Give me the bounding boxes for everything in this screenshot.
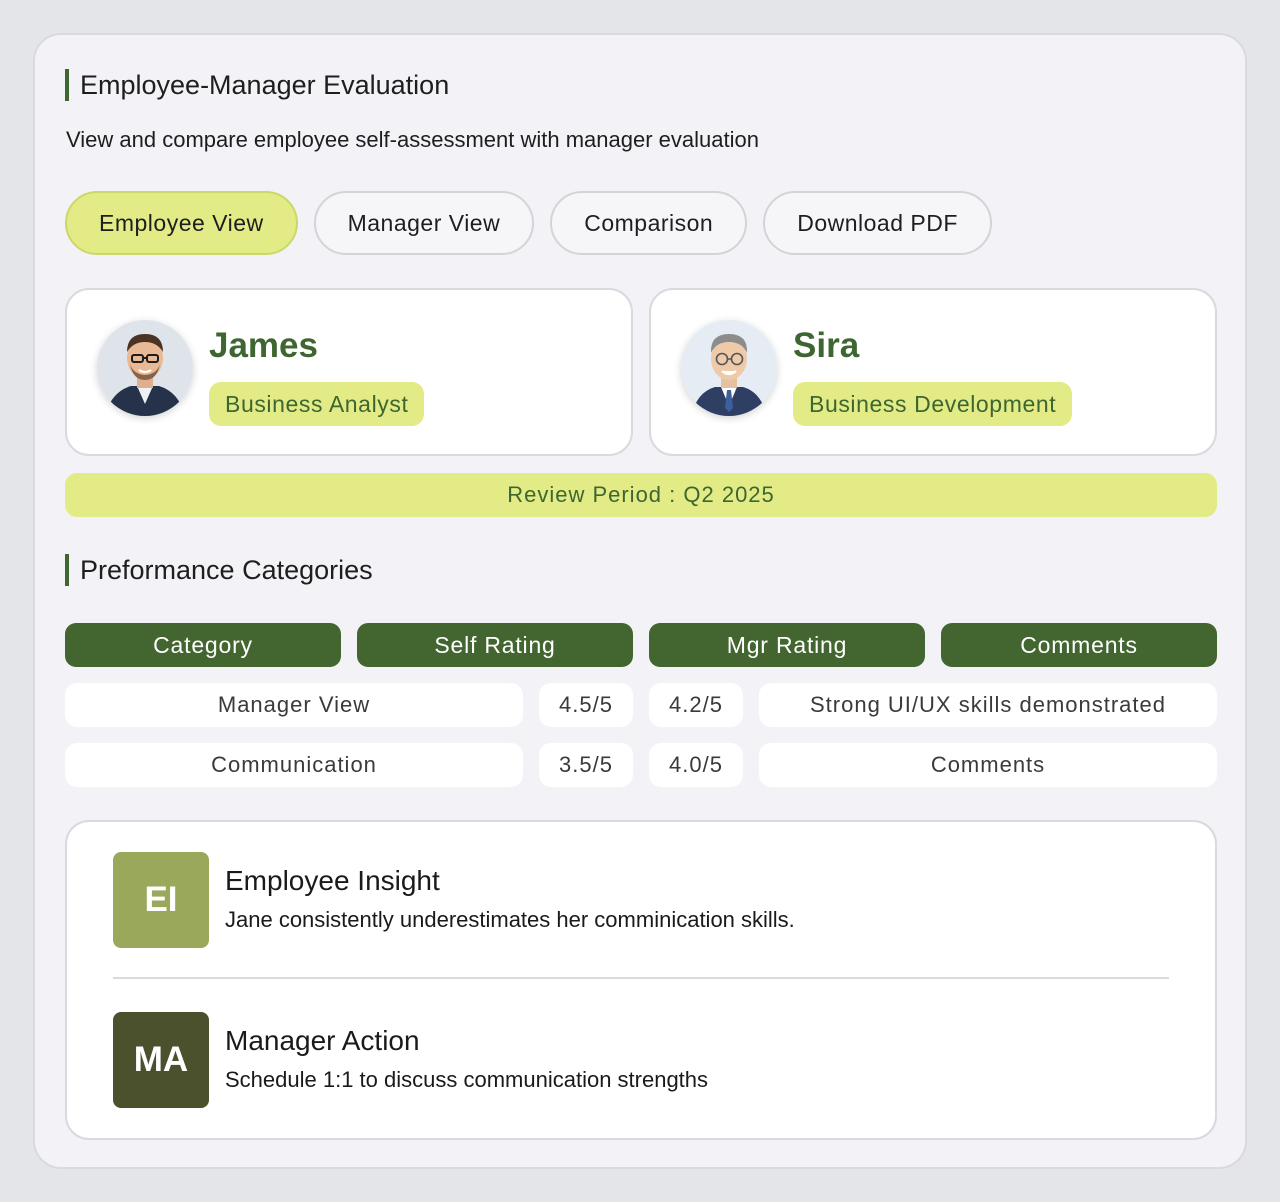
manager-action-title: Manager Action (225, 1025, 420, 1056)
table-header: Category Self Rating Mgr Rating Comments (65, 623, 1217, 667)
employee-insight-badge: EI (113, 852, 209, 948)
page-title: Employee-Manager Evaluation (65, 69, 449, 101)
column-header-comments: Comments (941, 623, 1217, 667)
tab-employee-view[interactable]: Employee View (65, 191, 298, 255)
self-rating-cell: 4.5/5 (539, 683, 633, 727)
column-header-category: Category (65, 623, 341, 667)
tab-manager-view[interactable]: Manager View (313, 191, 535, 255)
evaluation-card: Employee-Manager Evaluation View and com… (33, 33, 1247, 1169)
table-row: Communication 3.5/5 4.0/5 Comments (65, 743, 1217, 787)
employee-avatar (97, 320, 193, 416)
manager-action-badge: MA (113, 1012, 209, 1108)
category-cell: Communication (65, 743, 523, 787)
employee-name: James (209, 326, 318, 365)
view-tabs: Employee View Manager View Comparison Do… (65, 191, 992, 255)
manager-role-badge: Business Development (793, 382, 1073, 426)
manager-card: Sira Business Development (649, 288, 1217, 456)
column-header-mgr-rating: Mgr Rating (649, 623, 925, 667)
mgr-rating-cell: 4.2/5 (649, 683, 743, 727)
column-header-self-rating: Self Rating (357, 623, 633, 667)
performance-section-title: Preformance Categories (65, 554, 373, 586)
table-row: Manager View 4.5/5 4.2/5 Strong UI/UX sk… (65, 683, 1217, 727)
page-subtitle: View and compare employee self-assessmen… (66, 127, 759, 152)
manager-action-text: Schedule 1:1 to discuss communication st… (225, 1067, 709, 1092)
insights-divider (113, 977, 1169, 979)
category-cell: Manager View (65, 683, 523, 727)
mgr-rating-cell: 4.0/5 (649, 743, 743, 787)
review-period-banner: Review Period : Q2 2025 (65, 473, 1217, 517)
employee-role-badge: Business Analyst (209, 382, 425, 426)
tab-comparison[interactable]: Comparison (550, 191, 748, 255)
comment-cell: Comments (759, 743, 1217, 787)
download-pdf-button[interactable]: Download PDF (763, 191, 992, 255)
employee-insight-title: Employee Insight (225, 865, 440, 896)
comment-cell: Strong UI/UX skills demonstrated (759, 683, 1217, 727)
employee-card: James Business Analyst (65, 288, 633, 456)
manager-avatar (681, 320, 777, 416)
employee-insight-text: Jane consistently underestimates her com… (225, 907, 795, 932)
manager-name: Sira (793, 326, 860, 365)
self-rating-cell: 3.5/5 (539, 743, 633, 787)
insights-panel: EI Employee Insight Jane consistently un… (65, 820, 1217, 1140)
